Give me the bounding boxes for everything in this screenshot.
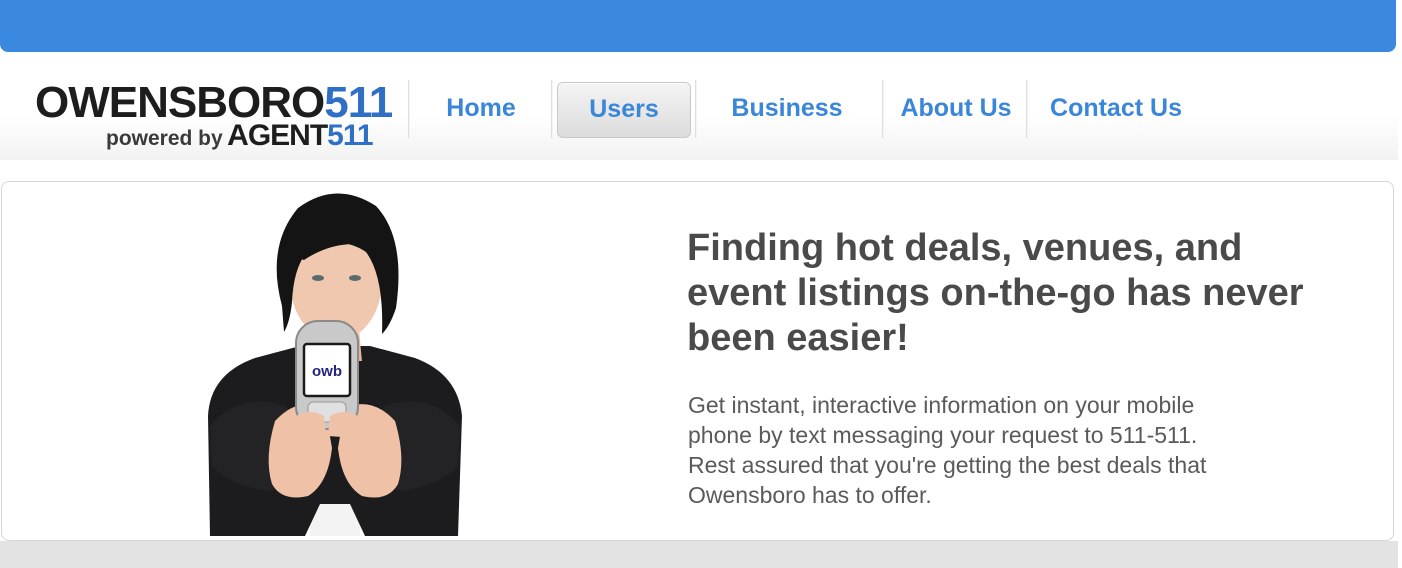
top-banner-bar [0,0,1396,52]
nav-about-us[interactable]: About Us [889,82,1023,138]
logo-agent-number: 511 [327,119,373,152]
site-logo[interactable]: OWENSBORO511 powered by AGENT511 [30,80,393,157]
nav-contact-us[interactable]: Contact Us [1038,82,1194,138]
hero-description: Get instant, interactive information on … [688,392,1207,508]
nav-divider [882,80,884,138]
nav-divider [695,80,697,138]
logo-powered-by: powered by [106,127,223,150]
logo-tagline: powered by AGENT511 [106,119,374,157]
hero-photo: owb [200,186,470,536]
nav-business[interactable]: Business [710,82,864,138]
woman-holding-phone-image: owb [208,193,462,536]
logo-agent-text: AGENT [227,119,328,152]
footer-strip [0,541,1398,568]
site-header: OWENSBORO511 powered by AGENT511 Home Us… [0,62,1398,160]
phone-screen-text: owb [312,363,342,380]
nav-divider [1026,80,1028,138]
nav-users[interactable]: Users [557,82,691,138]
hero-headline: Finding hot deals, venues, and event lis… [687,227,1304,359]
nav-divider [551,80,553,138]
nav-divider [408,80,410,138]
logo-agent: AGENT511 [227,119,373,152]
nav-home[interactable]: Home [425,82,537,138]
